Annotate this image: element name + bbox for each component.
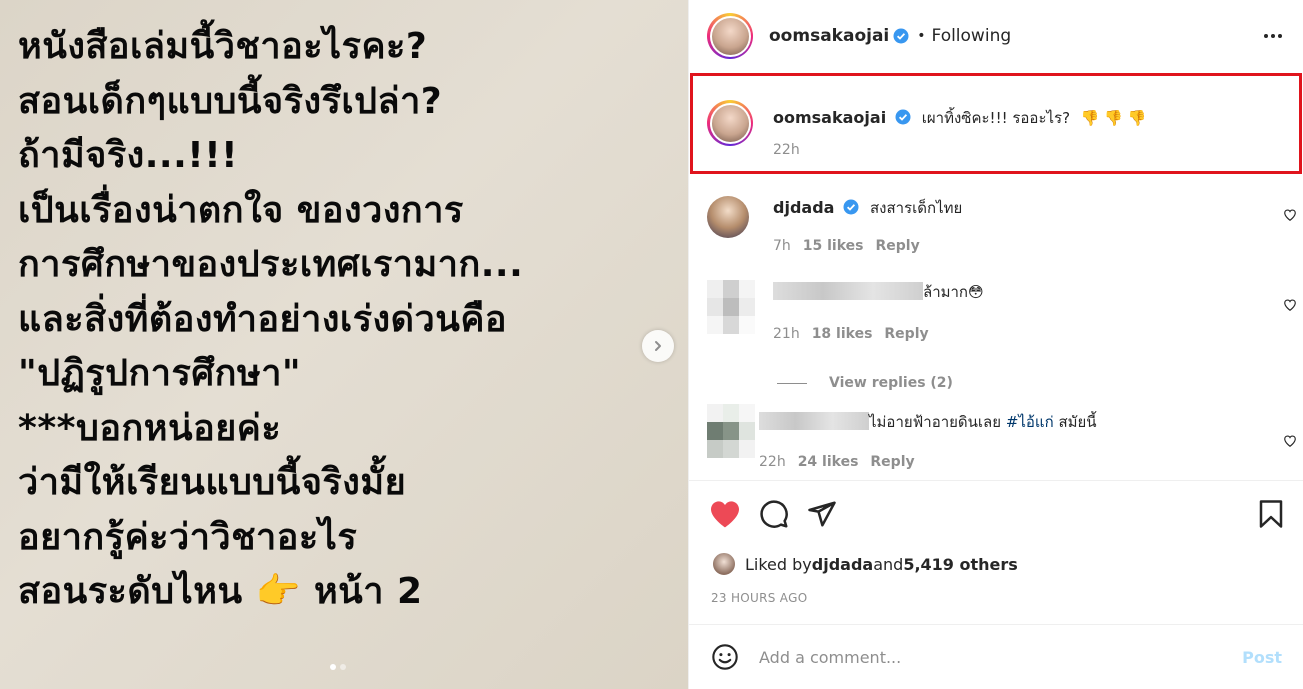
likes-summary: Liked by djdada and 5,419 others <box>711 551 1018 577</box>
comment-avatar[interactable] <box>707 196 749 238</box>
comment-time[interactable]: 7h <box>773 238 791 254</box>
heart-icon[interactable] <box>1283 298 1297 312</box>
comment-likes[interactable]: 24 likes <box>798 454 859 470</box>
image-text-line: หนังสือเล่มนี้วิชาอะไรคะ? <box>18 26 428 67</box>
carousel-dots <box>330 664 346 670</box>
post-actions: Liked by djdada and 5,419 others 23 HOUR… <box>689 480 1303 624</box>
post-image[interactable]: หนังสือเล่มนี้วิชาอะไรคะ? สอนเด็กๆแบบนี้… <box>0 0 688 689</box>
image-text-line: อยากรู้ค่ะว่าวิชาอะไร <box>18 516 358 558</box>
comment-avatar[interactable] <box>707 404 755 460</box>
caption-time[interactable]: 22h <box>773 142 1146 158</box>
image-text-line: ว่ามีให้เรียนแบบนี้จริงมั้ย <box>18 462 407 503</box>
comments-list[interactable]: djdada สงสารเด็กไทย 7h 15 likes Reply ล้… <box>689 176 1303 480</box>
blurred-username <box>773 282 923 300</box>
view-replies-label: View replies (2) <box>829 375 953 391</box>
reply-button[interactable]: Reply <box>876 238 920 254</box>
comment-item: ไม่อายฟ้าอายดินเลย #ไอ้แก่ สมัยนี้ 22h 2… <box>707 404 1297 470</box>
comment-input[interactable] <box>759 647 1229 667</box>
post-button[interactable]: Post <box>1242 648 1282 667</box>
liker-avatar[interactable] <box>711 551 737 577</box>
caption-emoji: 👎 👎 👎 <box>1080 109 1147 127</box>
comment-likes[interactable]: 18 likes <box>812 326 873 342</box>
caption-text: เผาทิ้งซิคะ!!! รออะไร? <box>921 109 1071 127</box>
likes-others[interactable]: 5,419 others <box>903 555 1017 574</box>
separator-dot: • <box>917 28 926 44</box>
comment-time[interactable]: 21h <box>773 326 800 342</box>
heart-icon <box>711 501 739 528</box>
caption-avatar[interactable] <box>707 100 753 146</box>
comment-likes[interactable]: 15 likes <box>803 238 864 254</box>
share-icon <box>808 501 836 527</box>
comment-text: สมัยนี้ <box>1053 413 1097 431</box>
header-username[interactable]: oomsakaojai <box>769 26 889 46</box>
comment-item: djdada สงสารเด็กไทย 7h 15 likes Reply <box>707 196 1297 254</box>
likes-middle: and <box>873 554 904 574</box>
add-comment-bar: Post <box>689 624 1303 689</box>
view-replies-button[interactable]: View replies (2) <box>777 375 953 391</box>
liked-by-user[interactable]: djdada <box>812 555 873 574</box>
comment-text: ล้ามาก😳 <box>923 283 984 301</box>
image-text-line: ***บอกหน่อยค่ะ <box>18 407 282 449</box>
comment-item: ล้ามาก😳 21h 18 likes Reply <box>707 280 1297 342</box>
post-image-text: หนังสือเล่มนี้วิชาอะไรคะ? สอนเด็กๆแบบนี้… <box>18 20 678 620</box>
verified-icon <box>895 109 911 125</box>
next-image-button[interactable] <box>642 330 674 362</box>
comment-text: ไม่อายฟ้าอายดินเลย <box>869 413 1002 431</box>
like-button[interactable] <box>709 499 741 529</box>
bookmark-icon <box>1259 500 1283 528</box>
chevron-right-icon <box>655 341 661 351</box>
comment-username[interactable]: djdada <box>773 198 834 217</box>
following-button[interactable]: Following <box>932 26 1012 46</box>
comment-text: สงสารเด็กไทย <box>870 199 963 217</box>
reply-button[interactable]: Reply <box>884 326 928 342</box>
comment-icon <box>760 500 788 528</box>
caption-username[interactable]: oomsakaojai <box>773 108 886 127</box>
share-button[interactable] <box>807 499 837 529</box>
image-text-line: เป็นเรื่องน่าตกใจ ของวงการ <box>18 189 464 231</box>
post-side-panel: oomsakaojai • Following oomsakaojai เผาท… <box>688 0 1303 689</box>
post-timestamp[interactable]: 23 HOURS AGO <box>711 591 807 605</box>
image-text-line: ถ้ามีจริง...!!! <box>18 135 239 176</box>
more-icon[interactable] <box>1258 24 1288 48</box>
verified-icon <box>893 28 909 44</box>
image-text-line: การศึกษาของประเทศเรามาก... <box>18 244 524 285</box>
blurred-username <box>759 412 869 430</box>
image-text-line: สอนระดับไหน 👉 หน้า 2 <box>18 571 423 612</box>
comment-time[interactable]: 22h <box>759 454 786 470</box>
carousel-dot <box>340 664 346 670</box>
emoji-icon[interactable] <box>711 643 739 671</box>
post-header: oomsakaojai • Following <box>689 0 1303 72</box>
verified-icon <box>843 199 859 215</box>
carousel-dot <box>330 664 336 670</box>
likes-prefix: Liked by <box>745 554 812 574</box>
comment-button[interactable] <box>759 499 789 529</box>
hashtag-link[interactable]: #ไอ้แก่ <box>1006 413 1054 431</box>
reply-button[interactable]: Reply <box>870 454 914 470</box>
image-text-line: และสิ่งที่ต้องทำอย่างเร่งด่วนคือ <box>18 298 508 340</box>
image-text-line: สอนเด็กๆแบบนี้จริงรึเปล่า? <box>18 80 443 122</box>
heart-icon[interactable] <box>1283 208 1297 222</box>
post-caption: oomsakaojai เผาทิ้งซิคะ!!! รออะไร? 👎 👎 👎… <box>707 100 1146 158</box>
save-button[interactable] <box>1258 499 1284 533</box>
comment-avatar[interactable] <box>707 280 755 336</box>
image-text-line: "ปฏิรูปการศึกษา" <box>18 353 302 394</box>
avatar[interactable] <box>707 13 753 59</box>
heart-icon[interactable] <box>1283 434 1297 448</box>
